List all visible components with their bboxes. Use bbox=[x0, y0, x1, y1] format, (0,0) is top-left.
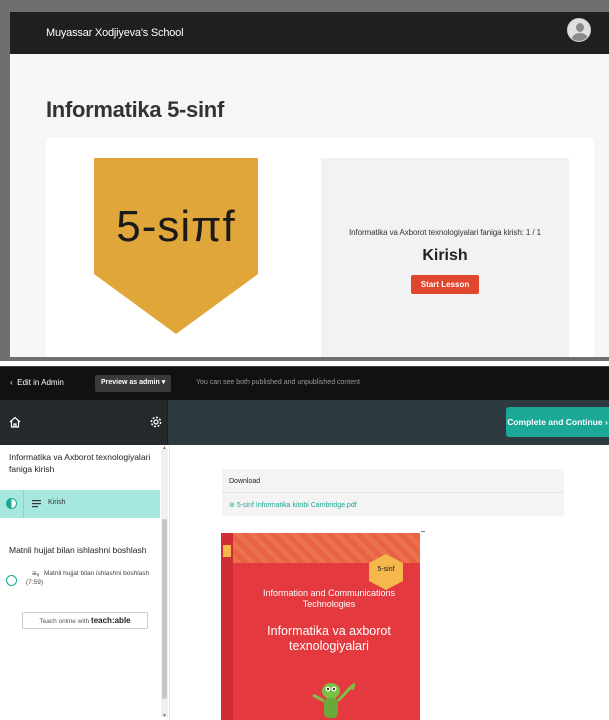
lesson-label: Kirish bbox=[48, 499, 66, 506]
lesson-item-matnli-hujjat[interactable]: ≡ₓ Matnli hujjat bilan ishlashni boshlas… bbox=[0, 563, 160, 601]
school-name[interactable]: Muyassar Xodjiyeva's School bbox=[46, 27, 184, 39]
preview-label: Preview as admin bbox=[101, 379, 160, 386]
user-icon-body bbox=[572, 33, 588, 41]
course-landing-screenshot: Muyassar Xodjiyeva's School Informatika … bbox=[0, 0, 609, 361]
home-icon[interactable] bbox=[8, 415, 22, 429]
next-lesson-panel: Informatika va Axborot texnologiyalari f… bbox=[321, 158, 569, 357]
sidebar-scrollbar[interactable] bbox=[161, 449, 168, 717]
sidebar-header bbox=[0, 400, 168, 445]
lesson-player-screenshot: ‹ Edit in Admin Preview as admin ▾ You c… bbox=[0, 366, 609, 720]
book-title-uzbek: Informatika va axborot texnologiyalari bbox=[267, 624, 391, 653]
user-icon bbox=[576, 23, 584, 32]
empty-circle-icon bbox=[6, 575, 17, 586]
lesson-topbar: Complete and Continue › bbox=[0, 400, 609, 445]
scroll-up-icon[interactable]: ▲ bbox=[162, 445, 167, 451]
lesson-name: Kirish bbox=[422, 247, 468, 264]
edit-in-admin-label: Edit in Admin bbox=[17, 378, 64, 387]
user-avatar[interactable] bbox=[567, 18, 591, 42]
row-divider bbox=[23, 490, 24, 518]
spine-tag bbox=[223, 545, 231, 557]
scroll-down-icon[interactable]: ▼ bbox=[162, 713, 167, 719]
curriculum-sidebar: ▲ ▼ Informatika va Axborot texnologiyala… bbox=[0, 445, 170, 720]
text-lines-icon bbox=[32, 500, 41, 508]
section-title: Matnli hujjat bilan ishlashni boshlash bbox=[9, 545, 147, 555]
teachable-logo: teach:able bbox=[91, 616, 131, 625]
half-circle-icon bbox=[6, 498, 17, 509]
download-file-link[interactable]: ⊚ 5-sinf Informatika kitobi Cambridge.pd… bbox=[229, 501, 357, 509]
download-icon: ⊚ bbox=[229, 502, 235, 509]
course-area: Informatika 5-sinf 5-siπf Informatika va… bbox=[10, 54, 609, 357]
course-title: Informatika 5-sinf bbox=[46, 97, 224, 122]
lesson-item-kirish[interactable]: Kirish bbox=[0, 490, 160, 518]
edit-in-admin-link[interactable]: ‹ Edit in Admin bbox=[10, 378, 64, 387]
book-spine bbox=[221, 533, 233, 720]
image-edge-mark bbox=[421, 531, 425, 532]
gear-icon[interactable] bbox=[149, 415, 163, 429]
grade-badge: 5-sinf bbox=[377, 566, 395, 573]
complete-label: Complete and Continue bbox=[507, 417, 603, 427]
cover-label: 5-siπf bbox=[116, 202, 236, 251]
caret-down-icon: ▾ bbox=[161, 379, 166, 386]
book-cover-image: 5-sinf Information and Communications Te… bbox=[221, 533, 420, 720]
scrollbar-thumb[interactable] bbox=[162, 519, 167, 699]
start-lesson-button[interactable]: Start Lesson bbox=[410, 275, 480, 294]
admin-note: You can see both published and unpublish… bbox=[196, 379, 360, 386]
lesson-subtitle: Informatika va Axborot texnologiyalari f… bbox=[349, 228, 541, 237]
teach-prefix: Teach online with bbox=[39, 618, 90, 625]
chevron-right-icon: › bbox=[604, 417, 608, 427]
divider bbox=[222, 492, 564, 493]
robot-illustration bbox=[312, 682, 356, 718]
course-cover-image: 5-siπf bbox=[86, 156, 286, 357]
lesson-content: Download ⊚ 5-sinf Informatika kitobi Cam… bbox=[170, 445, 609, 720]
preview-as-admin-dropdown[interactable]: Preview as admin ▾ bbox=[95, 375, 172, 392]
admin-bar: ‹ Edit in Admin Preview as admin ▾ You c… bbox=[0, 367, 609, 400]
download-box: Download ⊚ 5-sinf Informatika kitobi Cam… bbox=[222, 469, 564, 516]
download-heading: Download bbox=[229, 478, 261, 485]
course-card: 5-siπf Informatika va Axborot texnologiy… bbox=[46, 138, 594, 357]
teach-online-button[interactable]: Teach online with teach:able bbox=[22, 612, 148, 629]
book-title-english: Information and Communications Technolog… bbox=[262, 588, 396, 609]
school-header: Muyassar Xodjiyeva's School bbox=[10, 12, 609, 54]
lesson-label: Matnli hujjat bilan ishlashni boshlash (… bbox=[26, 570, 150, 586]
chevron-left-icon: ‹ bbox=[10, 378, 13, 387]
section-title: Informatika va Axborot texnologiyalari f… bbox=[9, 452, 151, 474]
download-file-name: 5-sinf Informatika kitobi Cambridge.pdf bbox=[236, 502, 357, 509]
complete-and-continue-button[interactable]: Complete and Continue › bbox=[506, 407, 609, 437]
